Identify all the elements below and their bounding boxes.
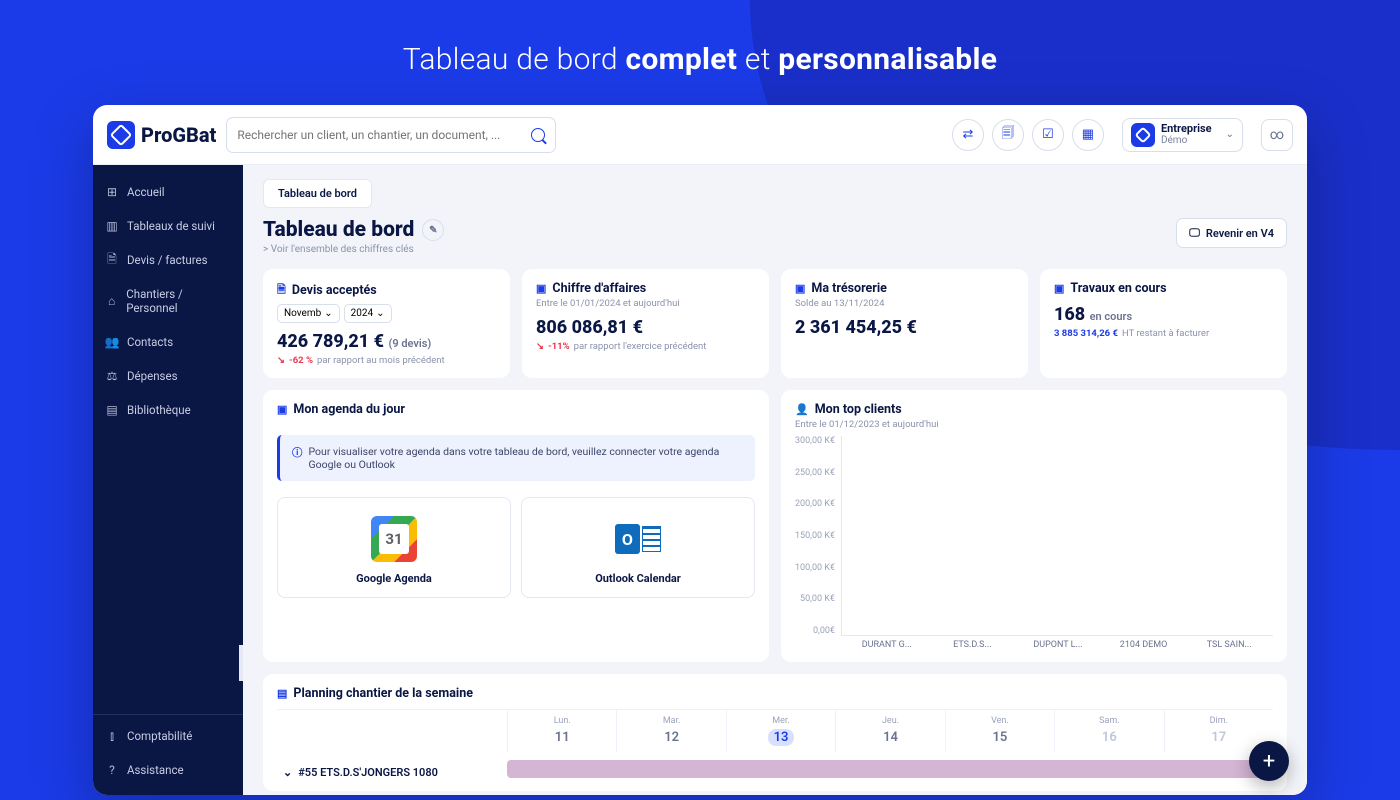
sidebar-item-label: Contacts: [127, 335, 173, 349]
brand-name: ProGBat: [141, 123, 216, 147]
wallet-icon: ▣: [795, 282, 805, 295]
kpi-treasury: ▣Ma trésorerie Solde au 13/11/2024 2 361…: [781, 269, 1028, 378]
plus-icon: +: [1263, 749, 1275, 774]
chevron-down-icon: ⌄: [283, 766, 292, 779]
revert-v4-button[interactable]: 🖵 Revenir en V4: [1176, 218, 1287, 248]
sidebar-icon: ⊞: [105, 185, 119, 199]
connect-google-agenda[interactable]: Google Agenda: [277, 497, 511, 598]
user-icon: 👤: [795, 403, 809, 416]
sidebar-item-label: Accueil: [127, 185, 165, 199]
chevron-down-icon: ⌄: [376, 308, 384, 319]
sidebar-item-2[interactable]: 🗎 Devis / factures: [93, 243, 243, 277]
company-name: Démo: [1161, 135, 1212, 146]
sidebar-item-label: Chantiers / Personnel: [126, 287, 231, 315]
company-title: Entreprise: [1161, 123, 1212, 135]
agenda-card: ▣Mon agenda du jour ⓘ Pour visualiser vo…: [263, 390, 769, 662]
sidebar-icon: 👥: [105, 335, 119, 349]
kpi-revenue: ▣Chiffre d'affaires Entre le 01/01/2024 …: [522, 269, 769, 378]
chart-x-label: 2104 DEMO: [1108, 640, 1180, 650]
sidebar-item-label: Assistance: [127, 763, 184, 777]
planning-card: ▤Planning chantier de la semaine Lun.11M…: [263, 674, 1287, 791]
breadcrumb-tab[interactable]: Tableau de bord: [263, 179, 372, 208]
app-window: ProGBat ⇄ 🗐 ☑ ▦ Entreprise Démo ⌄ ∞ ⊞ Acc…: [93, 105, 1307, 795]
chevron-down-icon: ⌄: [1226, 129, 1234, 140]
page-subtitle: > Voir l'ensemble des chiffres clés: [263, 244, 444, 255]
sidebar-item-0[interactable]: ⊞ Accueil: [93, 175, 243, 209]
sidebar-item-5[interactable]: ⚖ Dépenses: [93, 359, 243, 393]
topbar: ProGBat ⇄ 🗐 ☑ ▦ Entreprise Démo ⌄ ∞: [93, 105, 1307, 165]
connect-outlook-calendar[interactable]: O Outlook Calendar: [521, 497, 755, 598]
brand-logo[interactable]: ProGBat: [107, 121, 216, 149]
sidebar-item-label: Bibliothèque: [127, 403, 191, 417]
sidebar-icon: ▤: [105, 403, 119, 417]
edit-dashboard-button[interactable]: ✎: [422, 219, 444, 241]
trend-down-icon: ↘: [536, 341, 544, 352]
sidebar-icon: ?: [105, 763, 119, 777]
chart-x-label: DURANT G...: [851, 640, 923, 650]
clipboard-icon-button[interactable]: 🗐: [992, 119, 1024, 151]
sidebar-icon: ⫾: [105, 729, 119, 743]
sidebar-item-label: Devis / factures: [127, 253, 208, 267]
sidebar-item-4[interactable]: 👥 Contacts: [93, 325, 243, 359]
top-clients-chart: 👤Mon top clients Entre le 01/12/2023 et …: [781, 390, 1287, 662]
planning-icon: ▤: [277, 687, 287, 700]
share-link-button[interactable]: ∞: [1261, 119, 1293, 151]
euro-icon: ▣: [536, 282, 546, 295]
sidebar-item-label: Tableaux de suivi: [127, 219, 215, 233]
content-area: Tableau de bord Tableau de bord ✎ > Voir…: [243, 165, 1307, 795]
sidebar-item-label: Dépenses: [127, 369, 178, 383]
calendar-icon-button[interactable]: ▦: [1072, 119, 1104, 151]
kpi-quotes-accepted: 🗎Devis acceptés Novemb ⌄ 2024 ⌄ 426 789,…: [263, 269, 510, 378]
search-input[interactable]: [237, 128, 531, 142]
transfer-icon-button[interactable]: ⇄: [952, 119, 984, 151]
sidebar-item-label: Comptabilité: [127, 729, 192, 743]
info-icon: ⓘ: [292, 445, 303, 471]
sidebar-footer-item-1[interactable]: ? Assistance: [93, 753, 243, 787]
week-day-header[interactable]: Lun.11: [507, 710, 616, 752]
logo-mark-icon: [107, 121, 135, 149]
google-calendar-icon: [371, 516, 417, 562]
kpi-year-select[interactable]: 2024 ⌄: [344, 304, 392, 323]
planning-row-label[interactable]: ⌄#55 ETS.D.S'JONGERS 1080: [277, 752, 507, 779]
sidebar-footer-item-0[interactable]: ⫾ Comptabilité: [93, 719, 243, 753]
week-day-header[interactable]: Mer.13: [726, 710, 835, 752]
agenda-connect-banner: ⓘ Pour visualiser votre agenda dans votr…: [277, 435, 755, 481]
sidebar-item-6[interactable]: ▤ Bibliothèque: [93, 393, 243, 427]
document-icon: 🗎: [277, 281, 286, 300]
sidebar-item-3[interactable]: ⌂ Chantiers / Personnel: [93, 277, 243, 325]
sidebar-icon: ⌂: [105, 294, 118, 308]
hero-title: Tableau de bord complet et personnalisab…: [0, 0, 1400, 105]
planning-bar[interactable]: [507, 760, 1273, 778]
week-day-header[interactable]: Jeu.14: [835, 710, 944, 752]
checklist-icon-button[interactable]: ☑: [1032, 119, 1064, 151]
week-day-header[interactable]: Ven.15: [945, 710, 1054, 752]
sidebar-icon: 🗎: [105, 253, 119, 267]
week-day-header[interactable]: Mar.12: [616, 710, 725, 752]
chart-x-label: DUPONT L...: [1022, 640, 1094, 650]
page-title: Tableau de bord ✎: [263, 218, 444, 242]
company-logo-icon: [1131, 123, 1155, 147]
outlook-calendar-icon: O: [615, 516, 661, 562]
week-day-header[interactable]: Sam.16: [1054, 710, 1163, 752]
kpi-month-select[interactable]: Novemb ⌄: [277, 304, 340, 323]
add-fab-button[interactable]: +: [1249, 741, 1289, 781]
sidebar: ⊞ Accueil ▥ Tableaux de suivi 🗎 Devis / factu…: [93, 165, 243, 795]
search-icon: [531, 128, 545, 142]
sidebar-icon: ⚖: [105, 369, 119, 383]
company-switcher[interactable]: Entreprise Démo ⌄: [1122, 118, 1243, 152]
chart-x-label: ETS.D.S...: [937, 640, 1009, 650]
sidebar-icon: ▥: [105, 219, 119, 233]
chevron-down-icon: ⌄: [324, 308, 332, 319]
sidebar-item-1[interactable]: ▥ Tableaux de suivi: [93, 209, 243, 243]
search-input-wrapper[interactable]: [226, 117, 556, 153]
trend-down-icon: ↘: [277, 355, 285, 366]
chart-x-label: TSL SAIN...: [1193, 640, 1265, 650]
monitor-icon: 🖵: [1189, 226, 1200, 240]
hammer-icon: ▣: [1054, 282, 1064, 295]
topbar-actions: ⇄ 🗐 ☑ ▦: [952, 119, 1104, 151]
kpi-works-in-progress: ▣Travaux en cours 168 en cours 3 885 314…: [1040, 269, 1287, 378]
calendar-icon: ▣: [277, 403, 287, 416]
